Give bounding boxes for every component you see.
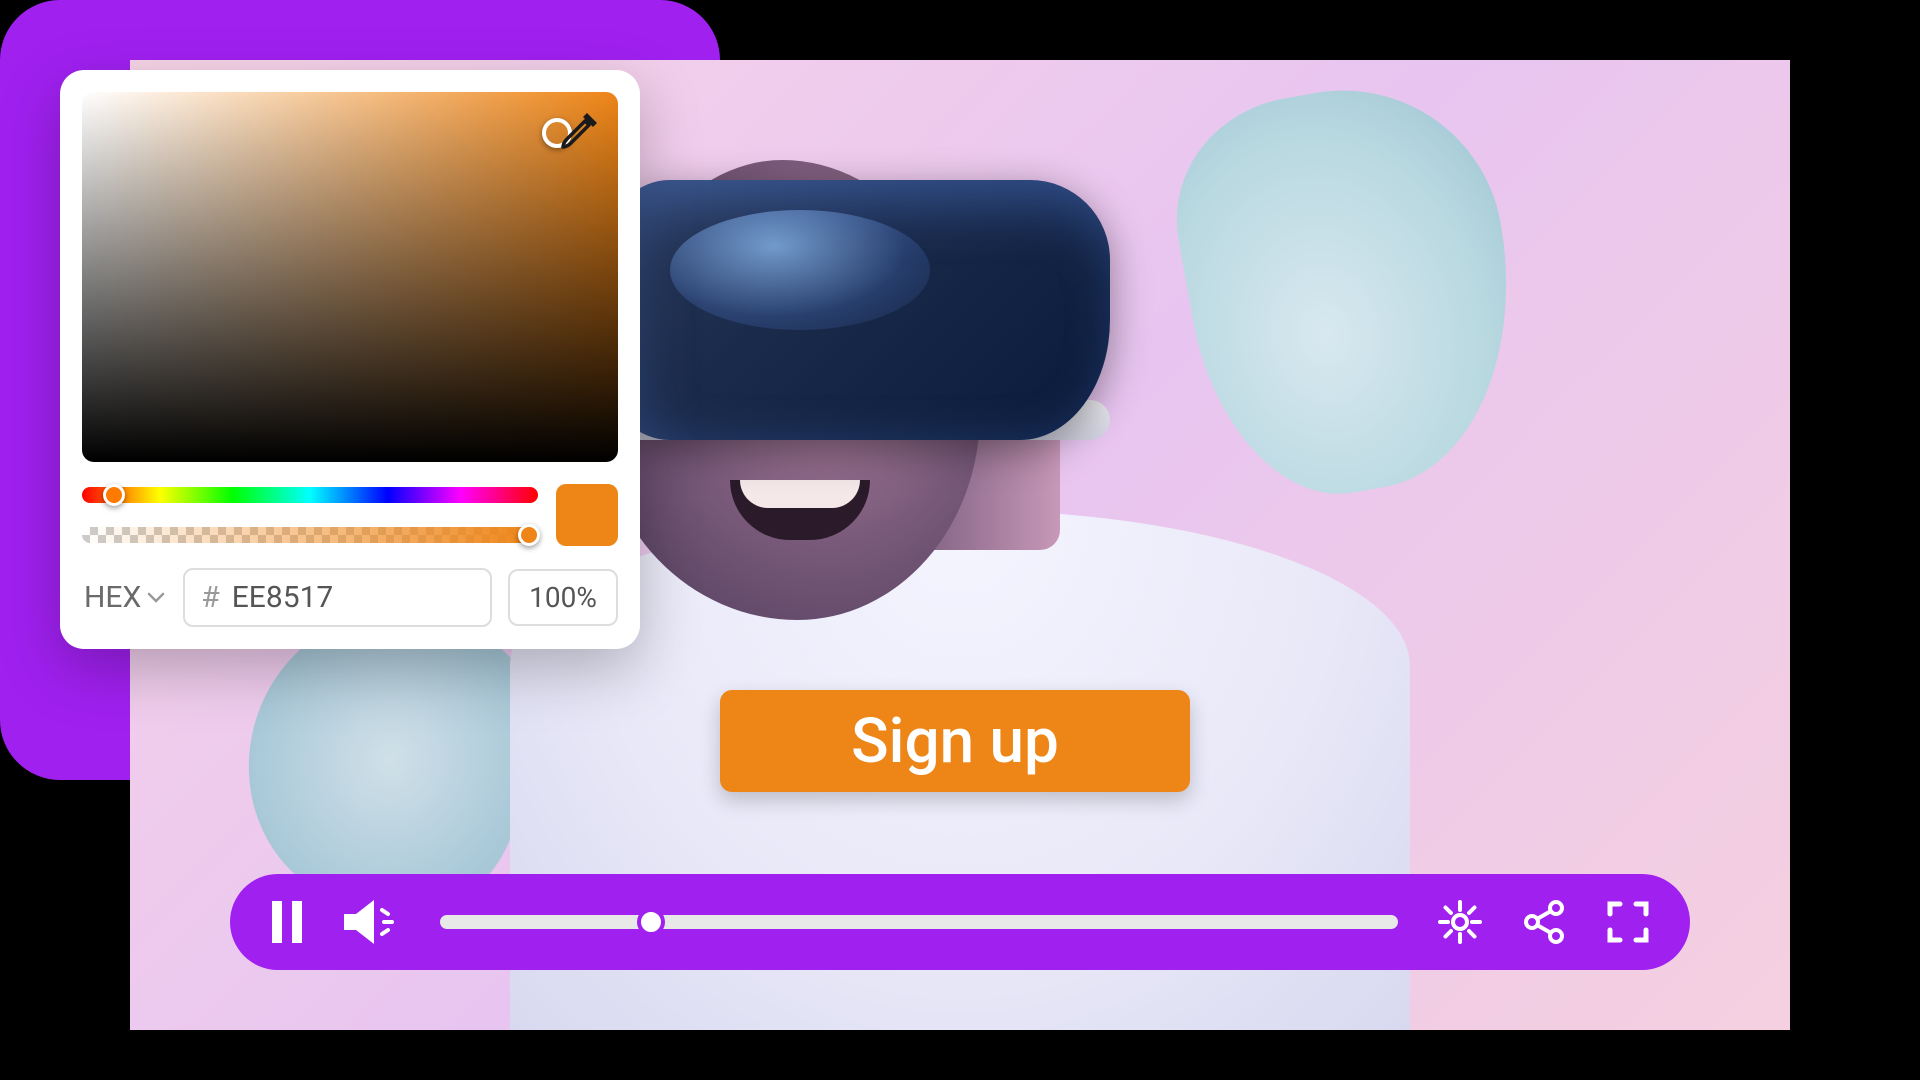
hex-value: EE8517 bbox=[232, 580, 334, 615]
volume-icon[interactable] bbox=[344, 900, 400, 944]
fullscreen-icon[interactable] bbox=[1606, 900, 1650, 944]
chevron-down-icon bbox=[147, 592, 165, 604]
signup-button[interactable]: Sign up bbox=[720, 690, 1190, 792]
opacity-value: 100% bbox=[529, 581, 597, 614]
opacity-input[interactable]: 100% bbox=[508, 569, 618, 626]
eyedropper-icon[interactable] bbox=[554, 106, 604, 156]
video-player-bar bbox=[230, 874, 1690, 970]
color-swatch bbox=[556, 484, 618, 546]
share-icon[interactable] bbox=[1522, 900, 1566, 944]
alpha-slider[interactable] bbox=[82, 527, 538, 543]
hash-prefix: # bbox=[201, 580, 219, 615]
alpha-thumb[interactable] bbox=[518, 524, 540, 546]
saturation-value-area[interactable] bbox=[82, 92, 618, 462]
hex-input[interactable]: # EE8517 bbox=[183, 568, 492, 627]
format-label: HEX bbox=[84, 580, 141, 615]
progress-thumb[interactable] bbox=[637, 908, 665, 936]
color-format-select[interactable]: HEX bbox=[82, 576, 167, 619]
pause-icon[interactable] bbox=[270, 901, 304, 943]
color-picker-panel: HEX # EE8517 100% bbox=[60, 70, 640, 649]
settings-icon[interactable] bbox=[1438, 900, 1482, 944]
hue-slider[interactable] bbox=[82, 487, 538, 503]
signup-button-label: Sign up bbox=[851, 705, 1059, 778]
progress-track[interactable] bbox=[440, 915, 1398, 929]
hue-thumb[interactable] bbox=[103, 484, 125, 506]
